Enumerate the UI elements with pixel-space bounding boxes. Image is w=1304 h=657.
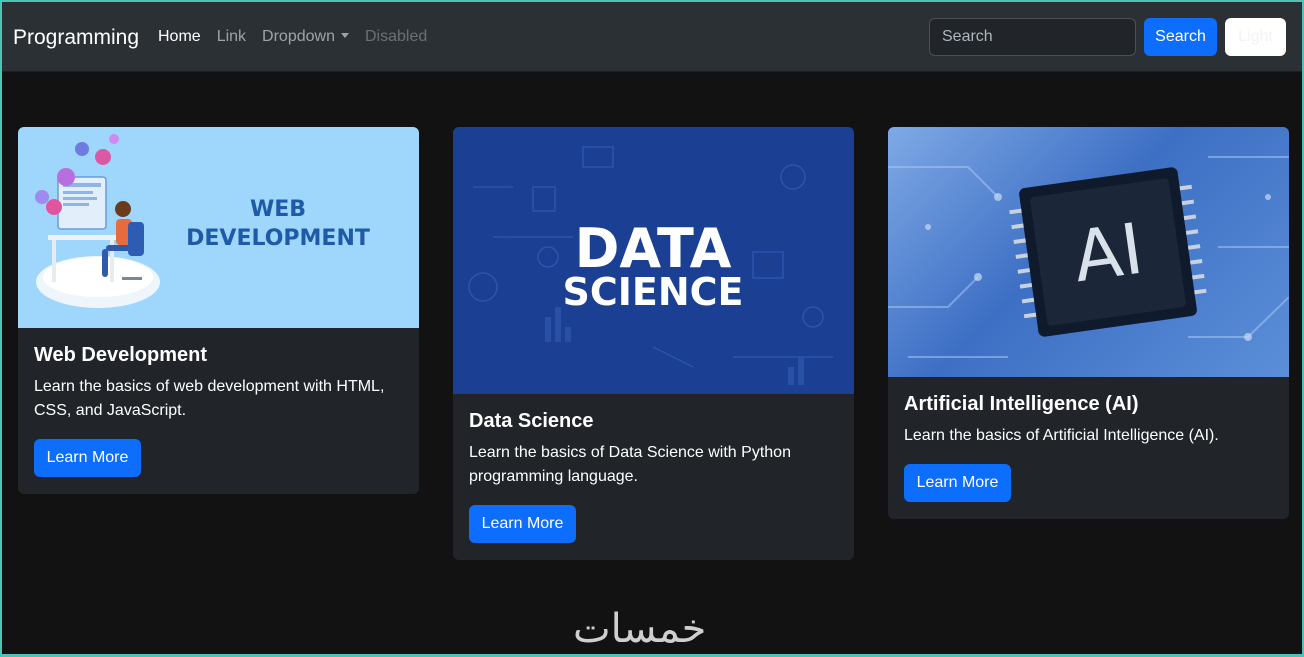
- card-text: Learn the basics of Artificial Intellige…: [904, 427, 1219, 444]
- card-image-data-science: DATA SCIENCE: [453, 127, 854, 394]
- card-body: Web Development Learn the basics of web …: [18, 328, 419, 493]
- card-image-ai: AI: [888, 127, 1289, 377]
- ai-chip-illustration: AI: [888, 156, 1289, 358]
- card-body: Artificial Intelligence (AI) Learn the b…: [888, 377, 1289, 518]
- card-image-web-development: WEB DEVELOPMENT: [18, 127, 419, 328]
- web-development-illustration: WEB DEVELOPMENT: [35, 134, 370, 308]
- data-science-illustration: DATA SCIENCE: [468, 146, 833, 385]
- web-image-text-line1: WEB: [250, 197, 306, 222]
- card-artificial-intelligence: AI Artificial Intelligence (AI) Learn th…: [888, 127, 1289, 519]
- card-web-development: WEB DEVELOPMENT Web Development Learn th…: [18, 127, 419, 494]
- search-button[interactable]: Search: [1144, 18, 1217, 56]
- nav-dropdown-label: Dropdown: [262, 28, 335, 45]
- card-text: Learn the basics of Data Science with Py…: [469, 444, 791, 485]
- navbar-brand[interactable]: Programming: [13, 26, 139, 50]
- nav-dropdown[interactable]: Dropdown: [262, 28, 349, 46]
- card-data-science: DATA SCIENCE Data Science Learn the basi…: [453, 127, 854, 560]
- nav-links: Home Link Dropdown Disabled: [158, 28, 443, 46]
- nav-link-link[interactable]: Link: [217, 28, 246, 46]
- search-input[interactable]: [929, 18, 1136, 56]
- card-title: Web Development: [34, 344, 207, 366]
- card-title: Artificial Intelligence (AI): [904, 393, 1139, 415]
- nav-link-home[interactable]: Home: [158, 28, 201, 46]
- learn-more-button[interactable]: Learn More: [904, 464, 1011, 502]
- learn-more-button[interactable]: Learn More: [34, 439, 141, 477]
- card-text: Learn the basics of web development with…: [34, 378, 385, 419]
- theme-toggle-button[interactable]: Light: [1225, 18, 1286, 56]
- caret-down-icon: [340, 33, 349, 38]
- nav-link-disabled: Disabled: [364, 28, 428, 45]
- navbar: Programming Home Link Dropdown Disabled …: [2, 2, 1302, 72]
- card-body: Data Science Learn the basics of Data Sc…: [453, 394, 854, 559]
- ai-image-text: AI: [1069, 208, 1148, 299]
- watermark-logo: خمسات: [573, 606, 707, 652]
- web-image-text-line2: DEVELOPMENT: [186, 226, 370, 251]
- learn-more-button[interactable]: Learn More: [469, 505, 576, 543]
- ds-image-text-line2: SCIENCE: [562, 270, 743, 314]
- card-title: Data Science: [469, 410, 594, 432]
